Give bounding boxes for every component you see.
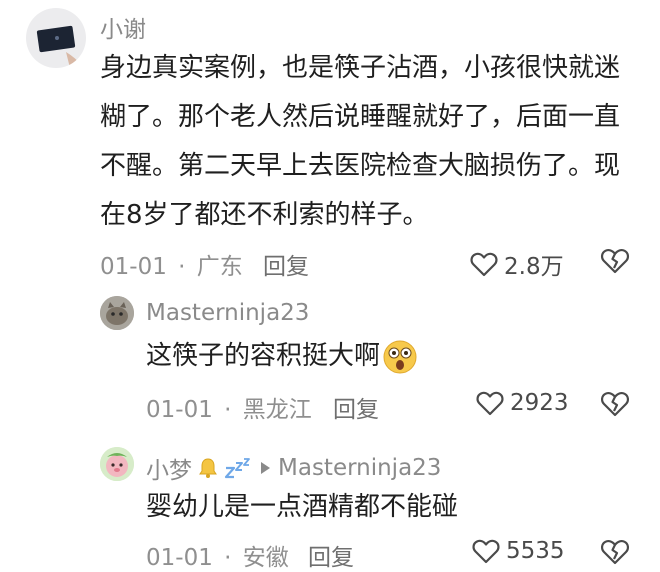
meta-separator: · [178,254,186,280]
reply-button[interactable]: 回复 [308,538,354,572]
avatar-image [100,447,134,481]
heart-outline-icon [470,252,498,277]
comment-author[interactable]: 小谢 [100,10,146,44]
heart-outline-icon [476,391,504,416]
comment-location: 广东 [196,254,243,280]
broken-heart-icon [600,392,630,417]
avatar-image [100,296,134,330]
comment-text-row: 这筷子的容积挺大啊 [146,332,418,381]
reply-button[interactable]: 回复 [263,247,309,281]
reply-button[interactable]: 回复 [333,390,379,424]
dislike-button[interactable] [600,390,630,422]
comment-author[interactable]: Masterninja23 [146,300,309,326]
avatar-xiaomeng[interactable] [100,447,134,481]
dislike-button[interactable] [600,538,630,570]
dislike-button[interactable] [600,247,630,279]
triangle-right-icon [261,462,270,474]
comment-meta: 01-01 · 黑龙江 [146,390,312,424]
comment-meta: 01-01 · 广东 [100,247,243,281]
heart-outline-icon [472,539,500,564]
bell-icon [199,458,217,478]
meta-separator: · [224,397,232,423]
comment-location: 安徽 [242,545,289,571]
astonished-face-emoji [383,340,417,373]
broken-heart-icon [600,540,630,565]
like-button[interactable]: 2.8万 [470,247,564,281]
comment-author[interactable]: 小梦 [146,451,192,485]
like-count: 5535 [506,538,565,564]
avatar-image [36,25,86,68]
avatar-xiaoxie[interactable] [26,8,86,68]
comment-date: 01-01 [146,545,213,571]
comment-location: 黑龙江 [242,397,312,423]
like-count: 2923 [510,390,569,416]
comment-date: 01-01 [100,254,167,280]
like-button[interactable]: 2923 [476,390,569,416]
comment-text: 身边真实案例，也是筷子沾酒，小孩很快就迷糊了。那个老人然后说睡醒就好了，后面一直… [100,53,621,230]
comment-text: 这筷子的容积挺大啊 [146,341,381,371]
comment-text: 婴幼儿是一点酒精都不能碰 [146,492,459,522]
like-button[interactable]: 5535 [472,538,565,564]
comment-date: 01-01 [146,397,213,423]
broken-heart-icon [600,249,630,274]
avatar-masterninja23[interactable] [100,296,134,330]
reply-header: 小梦 Masterninja23 [146,451,441,485]
reply-to-user[interactable]: Masterninja23 [278,455,441,481]
like-count: 2.8万 [504,254,564,280]
zzz-icon [224,458,250,479]
comment-meta: 01-01 · 安徽 [146,538,289,572]
meta-separator: · [224,545,232,571]
